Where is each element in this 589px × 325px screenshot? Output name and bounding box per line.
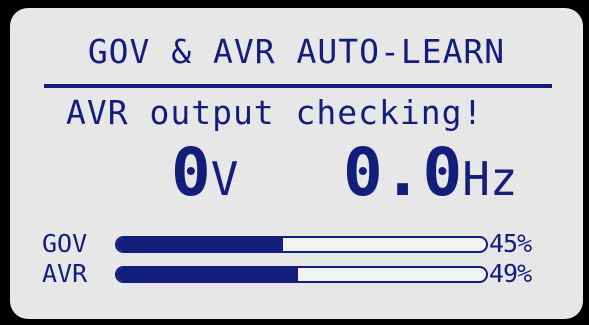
- gov-progress-row: GOV 45%: [42, 229, 570, 258]
- status-message: AVR output checking!: [66, 93, 484, 132]
- avr-progress-bar: [115, 266, 488, 283]
- lcd-screen: GOV & AVR AUTO-LEARN AVR output checking…: [10, 8, 583, 319]
- avr-percent: 49%: [489, 259, 532, 288]
- avr-progress-fill: [117, 268, 298, 281]
- frequency-value: 0.0: [343, 134, 463, 211]
- avr-label: AVR: [42, 259, 88, 288]
- voltage-readout: 0V: [171, 140, 238, 206]
- gov-label: GOV: [42, 229, 88, 258]
- gov-percent: 45%: [489, 229, 532, 258]
- screen-title: GOV & AVR AUTO-LEARN: [87, 32, 506, 71]
- frequency-unit: Hz: [462, 152, 518, 206]
- voltage-unit: V: [210, 152, 239, 206]
- avr-progress-row: AVR 49%: [42, 259, 570, 288]
- voltage-value: 0: [171, 134, 211, 211]
- gov-progress-bar: [115, 236, 488, 253]
- frequency-readout: 0.0Hz: [343, 140, 518, 206]
- gov-progress-fill: [117, 238, 284, 251]
- title-divider: [44, 84, 552, 88]
